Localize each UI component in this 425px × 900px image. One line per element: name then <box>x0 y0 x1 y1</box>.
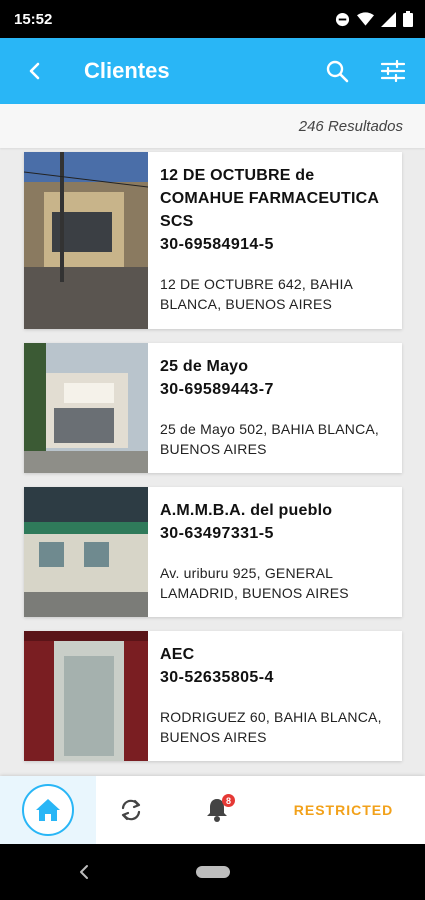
client-cuit: 30-63497331-5 <box>160 525 274 542</box>
client-name: 12 DE OCTUBRE de COMAHUE FARMACEUTICA SC… <box>160 167 379 230</box>
client-address: 25 de Mayo 502, BAHIA BLANCA, BUENOS AIR… <box>160 421 380 457</box>
search-button[interactable] <box>309 38 365 104</box>
filter-button[interactable] <box>365 38 421 104</box>
client-name: 25 de Mayo <box>160 358 249 375</box>
search-icon <box>326 60 349 83</box>
results-count-bar: 246 Resultados <box>0 104 425 148</box>
client-list[interactable]: 12 DE OCTUBRE de COMAHUE FARMACEUTICA SC… <box>24 152 402 775</box>
client-address: Av. uriburu 925, GENERAL LAMADRID, BUENO… <box>160 565 349 601</box>
restricted-label[interactable]: RESTRICTED <box>262 802 425 818</box>
client-card[interactable]: 25 de Mayo 30-69589443-7 25 de Mayo 502,… <box>24 343 402 473</box>
dnd-icon <box>335 12 350 26</box>
client-card[interactable]: 12 DE OCTUBRE de COMAHUE FARMACEUTICA SC… <box>24 152 402 329</box>
tune-icon <box>381 60 405 82</box>
client-card[interactable]: AEC 30-52635805-4 RODRIGUEZ 60, BAHIA BL… <box>24 631 402 761</box>
client-name: A.M.M.B.A. del pueblo <box>160 502 333 519</box>
system-home-pill[interactable] <box>196 866 230 878</box>
wifi-icon <box>357 12 374 26</box>
home-icon <box>36 799 60 821</box>
client-address: 12 DE OCTUBRE 642, BAHIA BLANCA, BUENOS … <box>160 276 353 312</box>
system-back-icon[interactable] <box>78 862 90 882</box>
arrow-back-icon <box>29 62 40 80</box>
client-cuit: 30-69584914-5 <box>160 236 274 253</box>
nav-home-button[interactable] <box>0 776 96 844</box>
client-cuit: 30-69589443-7 <box>160 381 274 398</box>
status-time: 15:52 <box>14 10 53 28</box>
client-card[interactable]: A.M.M.B.A. del pueblo 30-63497331-5 Av. … <box>24 487 402 617</box>
client-photo <box>24 152 148 329</box>
nav-notifications-button[interactable]: 8 <box>172 776 262 844</box>
client-photo <box>24 631 148 761</box>
signal-icon <box>381 11 396 27</box>
page-title: Clientes <box>84 58 170 83</box>
client-cuit: 30-52635805-4 <box>160 669 274 686</box>
app-bar: Clientes <box>0 38 425 104</box>
client-address: RODRIGUEZ 60, BAHIA BLANCA, BUENOS AIRES <box>160 709 382 745</box>
back-button[interactable] <box>0 38 70 104</box>
notification-badge: 8 <box>222 794 235 807</box>
results-count: 246 Resultados <box>298 117 403 135</box>
client-photo <box>24 487 148 617</box>
battery-icon <box>403 11 413 27</box>
client-photo <box>24 343 148 473</box>
status-bar: 15:52 <box>0 0 425 38</box>
system-nav-bar <box>0 844 425 900</box>
bottom-nav: 8 RESTRICTED <box>0 776 425 844</box>
client-name: AEC <box>160 646 195 663</box>
sync-icon <box>121 799 141 821</box>
nav-sync-button[interactable] <box>86 776 176 844</box>
status-icons <box>335 11 413 27</box>
